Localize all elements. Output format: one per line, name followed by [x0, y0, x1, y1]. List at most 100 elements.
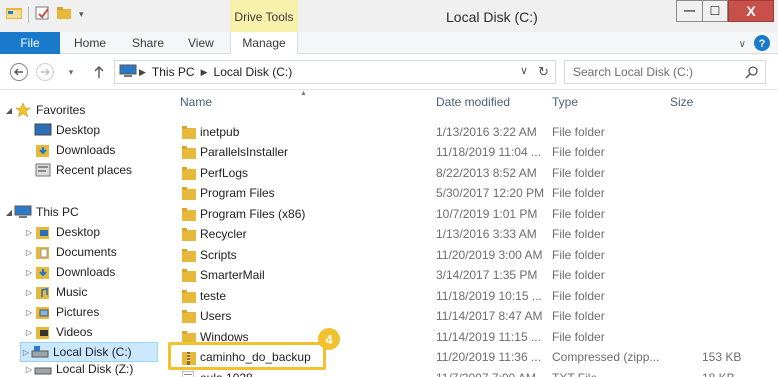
folder-icon	[182, 248, 196, 265]
search-input[interactable]: Search Local Disk (C:)	[564, 60, 766, 84]
file-name: eula.1028	[200, 371, 253, 377]
expand-icon[interactable]: ▷	[24, 268, 34, 277]
minimize-button[interactable]: —	[676, 0, 703, 22]
expand-icon[interactable]: ▷	[24, 228, 34, 237]
toolbar-divider	[28, 6, 29, 23]
folder-icon	[182, 309, 196, 326]
nav-favorites-recent-places[interactable]: Recent places	[34, 160, 132, 180]
file-name: SmarterMail	[200, 268, 265, 282]
maximize-button[interactable]: ☐	[702, 0, 728, 22]
nav-this-pc-local-disk-c[interactable]: ▷ Local Disk (C:)	[20, 342, 158, 362]
tab-share[interactable]: Share	[132, 32, 164, 54]
nav-favorites-desktop[interactable]: Desktop	[34, 120, 100, 140]
ribbon-tabs: File Home Share View Manage ∨ ?	[0, 32, 778, 55]
file-type: File folder	[552, 166, 605, 180]
address-history-icon[interactable]: ∨	[520, 64, 528, 80]
file-name: Program Files	[200, 186, 275, 200]
column-header-date-modified[interactable]: Date modified	[436, 95, 510, 109]
up-button[interactable]	[88, 61, 110, 83]
tab-view[interactable]: View	[188, 32, 214, 54]
file-name: teste	[200, 289, 227, 303]
file-type: File folder	[552, 227, 605, 241]
properties-icon[interactable]	[35, 6, 51, 23]
nav-label: Local Disk (Z:)	[56, 362, 134, 376]
quick-access-toolbar: ▾	[6, 6, 84, 23]
file-row[interactable]: PerfLogs 8/22/2013 8:52 AM File folder	[162, 163, 778, 183]
file-row[interactable]: Users 11/14/2017 8:47 AM File folder	[162, 306, 778, 326]
nav-this-pc-documents[interactable]: ▷ Documents	[24, 242, 117, 262]
file-date-modified: 10/7/2019 1:01 PM	[436, 207, 538, 221]
back-button[interactable]	[8, 61, 30, 83]
music-folder-icon	[34, 284, 52, 300]
search-placeholder: Search Local Disk (C:)	[573, 65, 694, 79]
help-icon[interactable]: ?	[754, 35, 770, 54]
file-row[interactable]: teste 11/18/2019 10:15 ... File folder	[162, 286, 778, 306]
address-bar[interactable]: ▶ This PC ▶ Local Disk (C:) ∨ ↻	[114, 60, 556, 84]
breadcrumb-separator-icon[interactable]: ▶	[139, 67, 146, 78]
column-header-type[interactable]: Type	[552, 95, 578, 109]
search-icon[interactable]	[745, 65, 759, 82]
folder-icon	[182, 207, 196, 224]
expand-icon[interactable]: ▷	[24, 308, 34, 317]
videos-folder-icon	[34, 324, 52, 340]
tab-manage[interactable]: Manage	[230, 32, 298, 55]
file-row[interactable]: SmarterMail 3/14/2017 1:35 PM File folder	[162, 265, 778, 285]
nav-this-pc-desktop[interactable]: ▷ Desktop	[24, 222, 100, 242]
folder-icon	[182, 227, 196, 244]
maximize-icon: ☐	[709, 4, 721, 18]
expand-icon[interactable]: ▷	[21, 348, 31, 357]
expand-icon[interactable]: ▷	[24, 288, 34, 297]
forward-arrow-icon	[36, 63, 54, 81]
breadcrumb-local-disk[interactable]: Local Disk (C:)	[214, 65, 293, 79]
expand-ribbon-icon[interactable]: ∨	[739, 39, 746, 50]
nav-this-pc[interactable]: ◢ This PC	[4, 202, 79, 222]
file-name: inetpub	[200, 125, 240, 139]
file-list: ▲ Name Date modified Type Size inetpub 1/…	[162, 90, 778, 377]
address-bar-controls: ∨ ↻	[520, 64, 549, 80]
nav-label: Recent places	[56, 163, 133, 177]
column-header-name[interactable]: Name	[180, 95, 212, 109]
file-date-modified: 5/30/2017 12:20 PM	[436, 186, 545, 200]
close-button[interactable]: X	[728, 0, 774, 22]
nav-this-pc-videos[interactable]: ▷ Videos	[24, 322, 92, 342]
file-row[interactable]: ParallelsInstaller 11/18/2019 11:04 ... Fi…	[162, 142, 778, 162]
nav-this-pc-local-disk-z[interactable]: ▷ Local Disk (Z:)	[24, 362, 133, 376]
tab-file[interactable]: File	[0, 32, 60, 54]
nav-this-pc-pictures[interactable]: ▷ Pictures	[24, 302, 99, 322]
collapse-icon[interactable]: ◢	[4, 208, 14, 217]
folder-icon	[182, 125, 196, 142]
file-type: Compressed (zipp...	[552, 350, 660, 364]
qat-dropdown-icon[interactable]: ▾	[79, 9, 84, 20]
nav-this-pc-downloads[interactable]: ▷ Downloads	[24, 262, 115, 282]
recent-locations-button[interactable]: ▾	[60, 61, 82, 83]
file-type: File folder	[552, 125, 605, 139]
folder-icon	[182, 145, 196, 162]
column-header-size[interactable]: Size	[670, 95, 693, 109]
file-row[interactable]: Scripts 11/20/2019 3:00 AM File folder	[162, 245, 778, 265]
nav-favorites-downloads[interactable]: Downloads	[34, 140, 115, 160]
nav-this-pc-music[interactable]: ▷ Music	[24, 282, 87, 302]
expand-icon[interactable]: ▷	[24, 328, 34, 337]
chevron-down-icon: ▾	[68, 66, 74, 77]
nav-label: This PC	[36, 205, 79, 219]
expand-icon[interactable]: ▷	[24, 365, 34, 374]
file-row[interactable]: Recycler 1/13/2016 3:33 AM File folder	[162, 224, 778, 244]
breadcrumb-separator-icon[interactable]: ▶	[201, 67, 208, 78]
refresh-icon[interactable]: ↻	[538, 64, 549, 80]
nav-label: Downloads	[56, 265, 116, 279]
file-date-modified: 1/13/2016 3:33 AM	[436, 227, 537, 241]
file-row[interactable]: Program Files (x86) 10/7/2019 1:01 PM File…	[162, 204, 778, 224]
file-row[interactable]: inetpub 1/13/2016 3:22 AM File folder	[162, 122, 778, 142]
collapse-icon[interactable]: ◢	[4, 106, 14, 115]
tab-home[interactable]: Home	[74, 32, 106, 54]
forward-button[interactable]	[34, 61, 56, 83]
file-type: File folder	[552, 186, 605, 200]
file-row[interactable]: Program Files 5/30/2017 12:20 PM File fold…	[162, 183, 778, 203]
expand-icon[interactable]: ▷	[24, 248, 34, 257]
file-type: File folder	[552, 145, 605, 159]
nav-favorites[interactable]: ◢ Favorites	[4, 100, 85, 120]
up-arrow-icon	[94, 66, 104, 78]
drive-tools-label: Drive Tools	[230, 0, 298, 32]
new-folder-icon[interactable]	[57, 6, 73, 23]
breadcrumb-this-pc[interactable]: This PC	[152, 65, 195, 79]
